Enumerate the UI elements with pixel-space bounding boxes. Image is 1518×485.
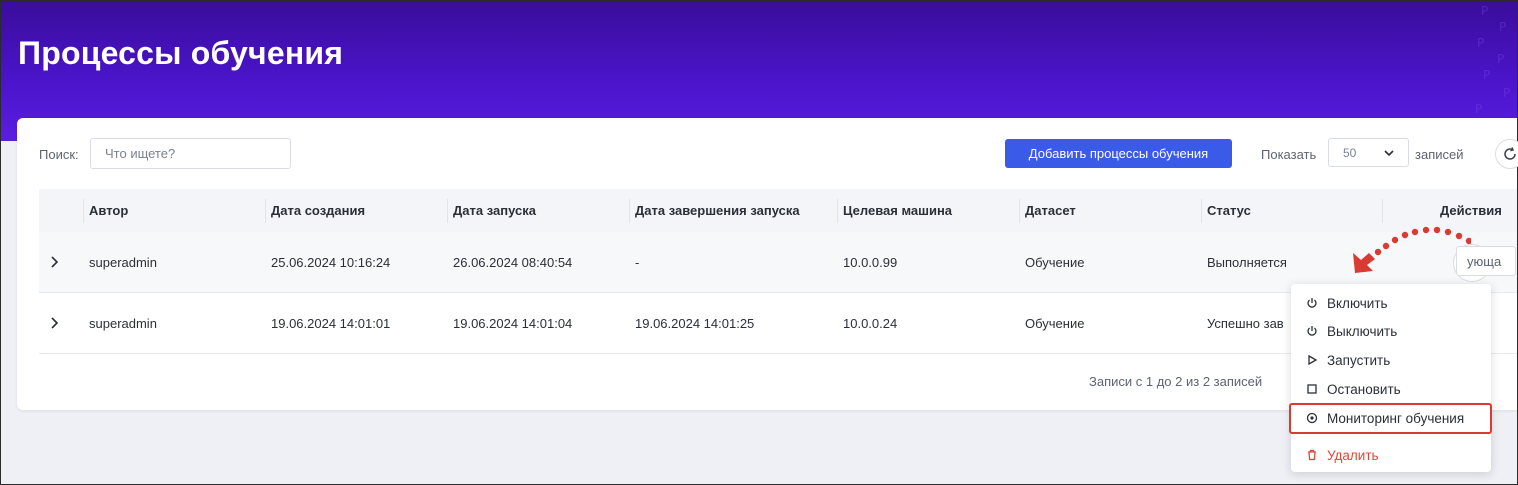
- menu-item-label: Выключить: [1327, 323, 1398, 339]
- column-separator: [629, 199, 630, 223]
- chevron-right-icon[interactable]: [47, 316, 61, 330]
- cell-author: superadmin: [89, 315, 157, 331]
- page-size-value: 50: [1343, 145, 1357, 160]
- column-separator: [1019, 199, 1020, 223]
- chevron-down-icon: [1384, 149, 1394, 156]
- cell-started: 19.06.2024 14:01:04: [453, 315, 573, 331]
- cell-created: 19.06.2024 14:01:01: [271, 315, 391, 331]
- search-input[interactable]: [90, 138, 291, 169]
- menu-item-label: Включить: [1327, 295, 1388, 311]
- column-separator: [83, 199, 84, 223]
- refresh-button[interactable]: [1495, 139, 1518, 169]
- svg-text:P: P: [1503, 86, 1510, 100]
- column-header-actions: Действия: [1440, 203, 1502, 218]
- menu-item-stop[interactable]: Остановить: [1291, 375, 1491, 403]
- column-header-started[interactable]: Дата запуска: [453, 203, 536, 218]
- cell-status: Выполняется: [1207, 254, 1287, 270]
- search-label: Поиск:: [39, 147, 79, 162]
- svg-text:P: P: [1499, 20, 1506, 34]
- page-size-select[interactable]: 50: [1328, 138, 1409, 167]
- menu-item-disable[interactable]: Выключить: [1291, 317, 1491, 345]
- column-header-dataset[interactable]: Датасет: [1025, 203, 1076, 218]
- menu-item-label: Запустить: [1327, 352, 1391, 368]
- menu-item-enable[interactable]: Включить: [1291, 289, 1491, 317]
- cell-started: 26.06.2024 08:40:54: [453, 254, 573, 270]
- svg-text:P: P: [1475, 102, 1482, 116]
- menu-item-label: Остановить: [1327, 381, 1401, 397]
- refresh-icon: [1504, 147, 1516, 160]
- column-separator: [837, 199, 838, 223]
- show-label: Показать: [1261, 147, 1317, 162]
- add-training-process-button[interactable]: Добавить процессы обучения: [1005, 139, 1232, 168]
- svg-text:P: P: [1497, 52, 1504, 66]
- column-header-finished[interactable]: Дата завершения запуска: [635, 203, 800, 218]
- cell-finished: 19.06.2024 14:01:25: [635, 315, 755, 331]
- menu-item-start[interactable]: Запустить: [1291, 346, 1491, 374]
- cell-dataset: Обучение: [1025, 315, 1085, 331]
- trash-icon: [1308, 449, 1316, 461]
- cell-dataset: Обучение: [1025, 254, 1085, 270]
- column-separator: [447, 199, 448, 223]
- column-header-created[interactable]: Дата создания: [271, 203, 365, 218]
- records-label: записей: [1415, 147, 1464, 162]
- svg-text:P: P: [1481, 4, 1488, 18]
- svg-text:P: P: [1477, 36, 1484, 50]
- menu-item-delete[interactable]: Удалить: [1291, 441, 1491, 469]
- cell-author: superadmin: [89, 254, 157, 270]
- cell-status: Успешно зав: [1207, 315, 1284, 331]
- page-title: Процессы обучения: [18, 35, 344, 71]
- stop-icon: [1307, 384, 1317, 394]
- column-header-author[interactable]: Автор: [89, 203, 128, 218]
- column-separator: [1201, 199, 1202, 223]
- cell-created: 25.06.2024 10:16:24: [271, 254, 391, 270]
- column-header-status[interactable]: Статус: [1207, 203, 1251, 218]
- power-icon: [1307, 326, 1317, 336]
- power-icon: [1307, 298, 1317, 308]
- cell-finished: -: [635, 254, 640, 270]
- column-header-machine[interactable]: Целевая машина: [843, 203, 952, 218]
- annotation-arrow: [1353, 226, 1471, 273]
- svg-text:P: P: [1483, 68, 1490, 82]
- column-separator: [1382, 199, 1383, 223]
- table-header: Автор Дата создания Дата запуска Дата за…: [39, 189, 1517, 232]
- play-icon: [1308, 354, 1318, 366]
- menu-item-label: Удалить: [1327, 447, 1379, 463]
- next-page-label: ующа: [1467, 253, 1502, 269]
- cell-machine: 10.0.0.24: [843, 315, 898, 331]
- chevron-right-icon[interactable]: [47, 255, 61, 269]
- row-actions-menu: Включить Выключить Запустить Остановить …: [1291, 284, 1491, 472]
- annotation-highlight: [1289, 403, 1492, 434]
- cell-machine: 10.0.0.99: [843, 254, 898, 270]
- column-separator: [265, 199, 266, 223]
- pagination-info: Записи с 1 до 2 из 2 записей: [1089, 374, 1263, 389]
